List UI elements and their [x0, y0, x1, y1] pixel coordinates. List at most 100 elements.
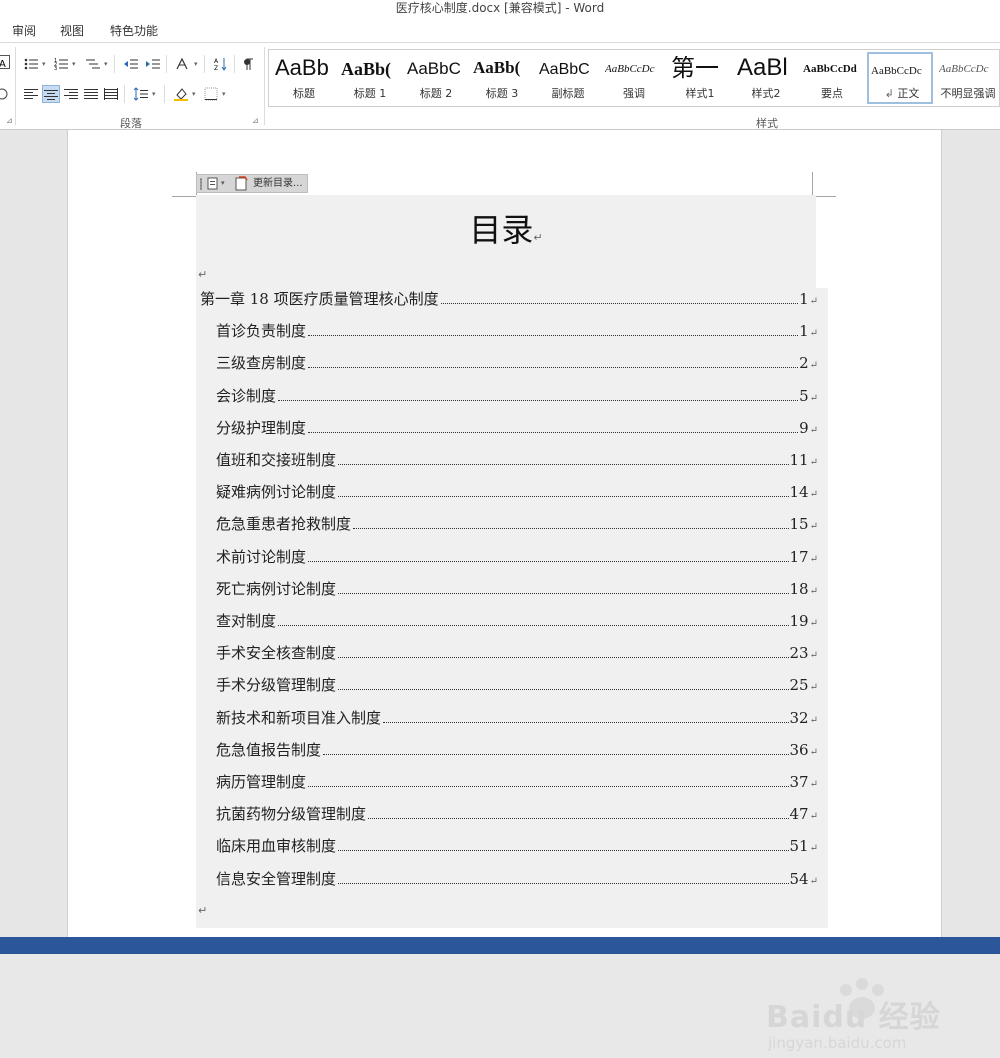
style-name: 标题 — [293, 87, 315, 100]
toc-entry[interactable]: 三级查房制度 2 ↵ — [216, 352, 818, 376]
style-heading-2[interactable]: AaBbC 标题 2 — [403, 52, 469, 104]
increase-indent-icon[interactable] — [144, 55, 162, 73]
text-effects-icon[interactable]: A — [0, 55, 10, 69]
crop-mark — [812, 172, 813, 196]
watermark-text: Baidu 经验 — [766, 1000, 941, 1035]
toc-entry[interactable]: 查对制度 19 ↵ — [216, 610, 818, 634]
style-subtle-emphasis[interactable]: AaBbCcDc 不明显强调 — [935, 52, 1000, 104]
style-emphasis[interactable]: AaBbCcDc 强调 — [601, 52, 667, 104]
ribbon-tabs: 审阅 视图 特色功能 — [0, 18, 1000, 42]
toc-entry-page: 17 — [789, 547, 809, 566]
paragraph-mark: ↵ — [809, 392, 818, 404]
update-toc-button[interactable]: 更新目录... — [253, 175, 303, 192]
styles-gallery: AaBb 标题 AaBb( 标题 1 AaBbC 标题 2 AaBb( 标题 3… — [268, 49, 1000, 107]
toc-entry[interactable]: 第一章 18 项医疗质量管理核心制度 1 ↵ — [200, 288, 818, 312]
toc-entry[interactable]: 死亡病例讨论制度 18 ↵ — [216, 578, 818, 602]
toc-entry[interactable]: 病历管理制度 37 ↵ — [216, 771, 818, 795]
document-area[interactable]: ▾ 更新目录... 目录↵ ↵ 第一章 18 项医疗质量管理核心制度 1 ↵ 首诊负责… — [0, 130, 1000, 1052]
paragraph-dialog-launcher-icon[interactable]: ⊿ — [252, 117, 261, 126]
enclose-characters-icon[interactable] — [0, 85, 12, 103]
tab-review[interactable]: 审阅 — [12, 22, 36, 39]
style-sample: AaBbCcDc — [871, 65, 922, 77]
update-toc-icon[interactable] — [235, 175, 249, 196]
dot-leader — [353, 527, 789, 530]
sort-icon[interactable]: AZ — [212, 55, 230, 73]
decrease-indent-icon[interactable] — [122, 55, 140, 73]
borders-icon[interactable] — [202, 85, 220, 103]
borders-dropdown-icon[interactable]: ▾ — [222, 85, 228, 103]
dot-leader — [308, 334, 799, 337]
style-heading-1[interactable]: AaBb( 标题 1 — [337, 52, 403, 104]
toc-entry[interactable]: 疑难病例讨论制度 14 ↵ — [216, 481, 818, 505]
baidu-watermark: Baidu 经验 jingyan.baidu.com — [762, 978, 962, 1058]
toc-entry-title: 术前讨论制度 — [216, 547, 307, 566]
shading-dropdown-icon[interactable]: ▾ — [192, 85, 198, 103]
show-paragraph-marks-icon[interactable] — [240, 55, 258, 73]
toc-entry-page: 15 — [789, 515, 809, 534]
style-custom-2[interactable]: AaBl 样式2 — [733, 52, 799, 104]
toc-entry[interactable]: 会诊制度 5 ↵ — [216, 385, 818, 409]
dot-leader — [338, 495, 789, 498]
style-name: 副标题 — [551, 87, 585, 100]
toc-entry-page: 25 — [789, 676, 809, 695]
chinese-layout-dropdown-icon[interactable]: ▾ — [194, 55, 200, 73]
document-page[interactable]: ▾ 更新目录... 目录↵ ↵ 第一章 18 项医疗质量管理核心制度 1 ↵ 首诊负责… — [67, 130, 942, 937]
toc-entry[interactable]: 信息安全管理制度 54 ↵ — [216, 868, 818, 892]
toc-entry[interactable]: 术前讨论制度 17 ↵ — [216, 546, 818, 570]
dot-leader — [308, 560, 789, 562]
toc-entry[interactable]: 危急重患者抢救制度 15 ↵ — [216, 513, 818, 537]
bullets-icon[interactable] — [22, 55, 40, 73]
chinese-layout-icon[interactable] — [174, 55, 192, 73]
toc-entry[interactable]: 首诊负责制度 1 ↵ — [216, 320, 818, 344]
align-left-icon[interactable] — [22, 85, 40, 103]
paragraph-mark: ↵ — [809, 424, 818, 436]
style-sample: AaBbC — [407, 59, 461, 78]
align-center-icon[interactable] — [42, 85, 60, 103]
watermark-url: jingyan.baidu.com — [768, 1034, 907, 1052]
tab-view[interactable]: 视图 — [60, 22, 84, 39]
paragraph-mark: ↵ — [809, 779, 818, 790]
toc-entry-title: 病历管理制度 — [216, 773, 307, 791]
style-name-text: 正文 — [897, 87, 920, 100]
toc-entry[interactable]: 分级护理制度 9 ↵ — [216, 417, 818, 441]
style-heading-3[interactable]: AaBb( 标题 3 — [469, 52, 535, 104]
toc-entry[interactable]: 临床用血审核制度 51 ↵ — [216, 835, 818, 859]
justify-icon[interactable] — [82, 85, 100, 103]
numbering-icon[interactable]: 123 — [52, 55, 70, 73]
line-spacing-dropdown-icon[interactable]: ▾ — [152, 85, 158, 103]
toc-menu-dropdown-icon[interactable]: ▾ — [221, 175, 225, 192]
toc-entry[interactable]: 抗菌药物分级管理制度 47 ↵ — [216, 803, 818, 827]
toc-entry[interactable]: 危急值报告制度 36 ↵ — [216, 739, 818, 763]
paragraph-mark: ↵ — [809, 521, 818, 533]
numbering-dropdown-icon[interactable]: ▾ — [72, 55, 78, 73]
paragraph-mark: ↵ — [809, 489, 818, 501]
style-name: 样式1 — [685, 87, 715, 100]
shading-icon[interactable] — [172, 85, 190, 103]
toolbar-grip-icon[interactable] — [200, 178, 202, 190]
toc-entry[interactable]: 手术分级管理制度 25 ↵ — [216, 674, 818, 698]
toc-entry-page: 18 — [789, 579, 809, 598]
crop-mark — [172, 196, 196, 197]
toc-menu-icon[interactable] — [207, 175, 219, 196]
tab-special-features[interactable]: 特色功能 — [110, 22, 158, 39]
multilevel-dropdown-icon[interactable]: ▾ — [104, 55, 110, 73]
multilevel-list-icon[interactable] — [84, 55, 102, 73]
style-normal[interactable]: AaBbCcDc ↲ 正文 — [867, 52, 933, 104]
toc-entry[interactable]: 手术安全核查制度 23 ↵ — [216, 642, 818, 666]
toc-entry[interactable]: 新技术和新项目准入制度 32 ↵ — [216, 707, 818, 731]
style-title[interactable]: AaBb 标题 — [271, 52, 337, 104]
line-spacing-icon[interactable] — [132, 85, 150, 103]
toc-entry-page: 51 — [789, 837, 809, 856]
svg-text:3: 3 — [54, 66, 57, 71]
paragraph-mark: ↵ — [809, 843, 818, 855]
toc-entry[interactable]: 值班和交接班制度 11 ↵ — [216, 449, 818, 473]
window-title: 医疗核心制度.docx [兼容模式] - Word — [0, 0, 1000, 18]
align-right-icon[interactable] — [62, 85, 80, 103]
toc-field-toolbar[interactable]: ▾ 更新目录... — [196, 174, 308, 193]
style-key-point[interactable]: AaBbCcDd 要点 — [799, 52, 865, 104]
style-custom-1[interactable]: 第一 样式1 — [667, 52, 733, 104]
style-subtitle[interactable]: AaBbC 副标题 — [535, 52, 601, 104]
font-dialog-launcher-icon[interactable]: ⊿ — [6, 117, 15, 126]
bullets-dropdown-icon[interactable]: ▾ — [42, 55, 48, 73]
distributed-align-icon[interactable] — [102, 85, 120, 103]
